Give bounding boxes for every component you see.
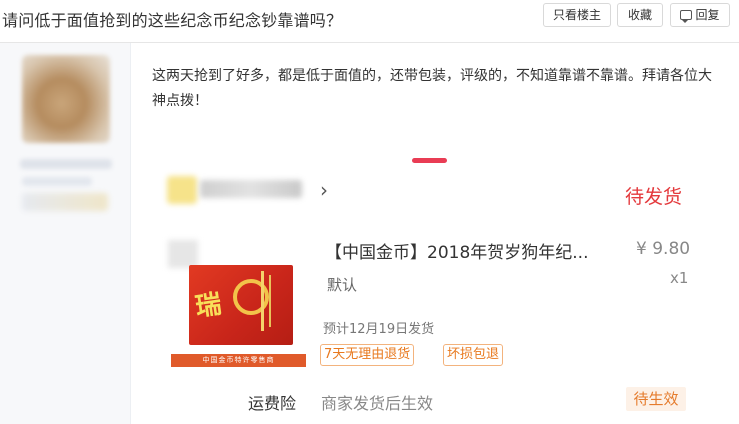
service-tag-damage: 坏损包退: [443, 344, 504, 366]
product-image-strip: [269, 275, 271, 327]
avatar[interactable]: [22, 55, 110, 143]
owner-only-button[interactable]: 只看楼主: [543, 3, 611, 27]
post-title: 请问低于面值抢到的这些纪念币纪念钞靠谱吗？: [2, 11, 343, 30]
insurance-status: 待生效: [626, 387, 686, 411]
reply-button-label: 回复: [695, 8, 720, 22]
insurance-label: 运费险: [248, 394, 297, 413]
author-info-blurred: [22, 177, 92, 186]
chevron-right-icon[interactable]: ›: [320, 178, 328, 202]
reply-icon: [680, 10, 693, 23]
favorite-button[interactable]: 收藏: [617, 3, 663, 27]
product-image-glyph: 瑞: [193, 289, 224, 323]
post-header: 请问低于面值抢到的这些纪念币纪念钞靠谱吗？ 只看楼主 收藏 回复: [0, 0, 739, 43]
product-image-strip: [261, 271, 264, 331]
post-body: 这两天抢到了好多，都是低于面值的，还带包装，评级的，不知道靠谱不靠谱。拜请各位大…: [152, 68, 712, 109]
product-price: ¥ 9.80: [636, 239, 691, 259]
blurred-mark: [168, 240, 198, 268]
shop-name-blurred: [200, 180, 302, 198]
product-image-band: 中国金币特许零售商: [171, 354, 306, 367]
service-tag-return: 7天无理由退货: [320, 344, 415, 366]
order-status: 待发货: [625, 186, 683, 208]
product-quantity: x1: [670, 269, 689, 287]
author-name-blurred: [20, 159, 112, 169]
product-title[interactable]: 【中国金币】2018年贺岁狗年纪...: [325, 238, 588, 263]
author-badge-blurred: [22, 193, 108, 211]
shop-logo-blurred: [167, 176, 197, 204]
reply-button[interactable]: 回复: [670, 3, 730, 27]
product-spec: 默认: [327, 276, 358, 294]
ship-date: 预计12月19日发货: [323, 322, 435, 337]
screenshot-indicator: [412, 158, 447, 163]
author-sidebar: [0, 43, 131, 424]
product-image[interactable]: 瑞: [189, 265, 293, 345]
insurance-description: 商家发货后生效: [321, 394, 434, 413]
